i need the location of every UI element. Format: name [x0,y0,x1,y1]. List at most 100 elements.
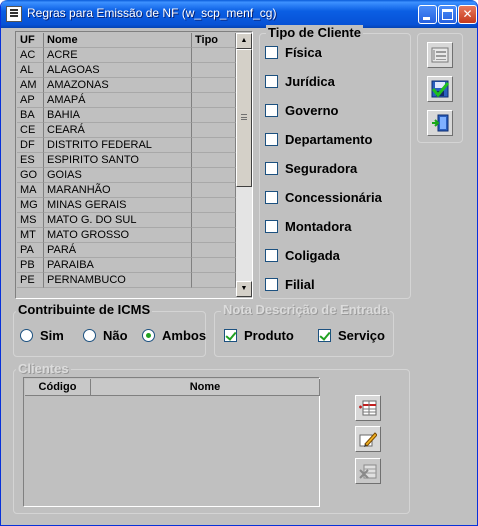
maximize-button[interactable] [438,5,457,24]
uf-cell-tipo [192,138,236,153]
icms-radio-2[interactable]: Ambos [142,328,207,344]
uf-list[interactable]: UF Nome Tipo AC ACRE AL ALAGOAS AM AMAZONAS AP… [15,31,253,299]
checkbox-label: Departamento [285,132,373,147]
uf-row-df[interactable]: DF DISTRITO FEDERAL [17,138,236,153]
nota-checkbox-1[interactable]: Serviço [318,328,393,344]
checkbox-label: Física [285,45,322,60]
uf-cell-nome: ALAGOAS [44,63,192,78]
uf-cell-tipo [192,63,236,78]
uf-cell-nome: GOIAS [44,168,192,183]
scroll-down-button[interactable]: ▼ [236,281,252,297]
uf-cell-tipo [192,78,236,93]
checkbox-label: Governo [285,103,339,118]
add-client-button[interactable] [355,395,381,421]
edit-client-button[interactable] [355,426,381,452]
header-nome[interactable]: Nome [44,33,192,48]
uf-cell-tipo [192,168,236,183]
nota-checkbox-0[interactable]: Produto [224,328,299,344]
tipo-cliente-checkbox-7[interactable]: Coligada [265,248,405,264]
uf-row-am[interactable]: AM AMAZONAS [17,78,236,93]
checkbox-box[interactable] [265,249,278,262]
uf-row-pb[interactable]: PB PARAIBA [17,258,236,273]
checkbox-label: Seguradora [285,161,358,176]
uf-cell-tipo [192,93,236,108]
exit-door-icon [432,114,449,132]
properties-button[interactable] [427,42,453,68]
icms-radio-1[interactable]: Não [83,328,145,344]
header-uf[interactable]: UF [17,33,44,48]
grip-icon [241,114,247,120]
tipo-cliente-checkbox-5[interactable]: Concessionária [265,190,405,206]
clientes-title: Clientes [16,361,71,376]
checkbox-box[interactable] [265,278,278,291]
list-properties-icon [431,47,449,63]
window-title: Regras para Emissão de NF (w_scp_menf_cg… [27,6,277,20]
uf-row-al[interactable]: AL ALAGOAS [17,63,236,78]
radio-label: Ambos [162,328,207,343]
maximize-icon [442,9,453,20]
uf-cell-nome: MATO GROSSO [44,228,192,243]
header-codigo[interactable]: Código [25,379,91,396]
uf-cell-uf: MG [17,198,44,213]
scroll-up-button[interactable]: ▲ [236,33,252,49]
tipo-cliente-checkbox-2[interactable]: Governo [265,103,405,119]
radio-circle[interactable] [83,329,96,342]
uf-row-ma[interactable]: MA MARANHÃO [17,183,236,198]
window-app-icon [6,6,22,22]
save-button[interactable] [427,76,453,102]
uf-list-scrollbar[interactable]: ▲ ▼ [236,33,252,297]
uf-cell-nome: MINAS GERAIS [44,198,192,213]
scroll-thumb[interactable] [236,49,252,187]
uf-row-go[interactable]: GO GOIAS [17,168,236,183]
uf-row-ce[interactable]: CE CEARÁ [17,123,236,138]
uf-cell-uf: PB [17,258,44,273]
delete-client-button[interactable] [355,458,381,484]
uf-row-es[interactable]: ES ESPIRITO SANTO [17,153,236,168]
uf-cell-uf: BA [17,108,44,123]
close-icon: ✕ [462,7,473,21]
tipo-cliente-title: Tipo de Cliente [266,25,363,40]
checkbox-label: Coligada [285,248,340,263]
tipo-cliente-checkbox-1[interactable]: Jurídica [265,74,405,90]
title-bar[interactable]: Regras para Emissão de NF (w_scp_menf_cg… [1,0,477,28]
header-nome-cliente[interactable]: Nome [91,379,320,396]
uf-row-ap[interactable]: AP AMAPÁ [17,93,236,108]
uf-row-pa[interactable]: PA PARÁ [17,243,236,258]
uf-cell-uf: DF [17,138,44,153]
clientes-grid[interactable]: Código Nome [23,377,320,507]
uf-cell-tipo [192,228,236,243]
checkbox-box[interactable] [265,46,278,59]
uf-cell-nome: AMAPÁ [44,93,192,108]
header-tipo[interactable]: Tipo [192,33,236,48]
checkbox-box[interactable] [265,133,278,146]
tipo-cliente-checkbox-3[interactable]: Departamento [265,132,405,148]
checkbox-box[interactable] [265,162,278,175]
checkbox-box[interactable] [265,220,278,233]
exit-button[interactable] [427,110,453,136]
uf-row-mg[interactable]: MG MINAS GERAIS [17,198,236,213]
checkbox-box[interactable] [224,329,237,342]
tipo-cliente-checkbox-0[interactable]: Física [265,45,405,61]
tipo-cliente-checkbox-8[interactable]: Filial [265,277,405,293]
tipo-cliente-checkbox-4[interactable]: Seguradora [265,161,405,177]
uf-row-pe[interactable]: PE PERNAMBUCO [17,273,236,288]
radio-circle[interactable] [142,329,155,342]
checkbox-box[interactable] [265,191,278,204]
close-button[interactable]: ✕ [458,5,477,24]
uf-row-mt[interactable]: MT MATO GROSSO [17,228,236,243]
checkbox-box[interactable] [265,104,278,117]
checkbox-box[interactable] [318,329,331,342]
uf-cell-nome: PARAIBA [44,258,192,273]
minimize-button[interactable] [418,5,437,24]
icms-radio-0[interactable]: Sim [20,328,82,344]
checkbox-label: Produto [244,328,294,343]
uf-cell-tipo [192,243,236,258]
uf-cell-uf: MA [17,183,44,198]
uf-row-ba[interactable]: BA BAHIA [17,108,236,123]
tipo-cliente-checkbox-6[interactable]: Montadora [265,219,405,235]
uf-cell-nome: PARÁ [44,243,192,258]
uf-row-ms[interactable]: MS MATO G. DO SUL [17,213,236,228]
uf-row-ac[interactable]: AC ACRE [17,48,236,63]
radio-circle[interactable] [20,329,33,342]
checkbox-box[interactable] [265,75,278,88]
